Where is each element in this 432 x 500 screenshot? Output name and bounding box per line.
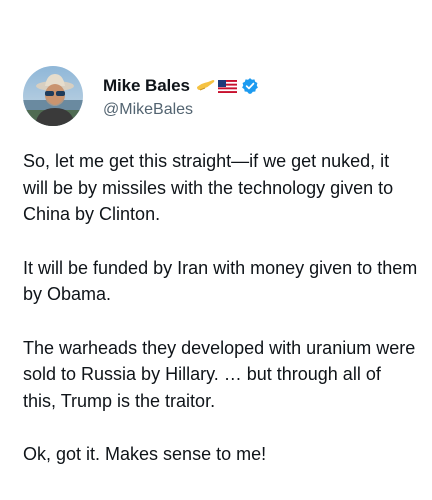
tweet-body: So, let me get this straight—if we get n… bbox=[23, 148, 418, 495]
tweet-paragraph: It will be funded by Iran with money giv… bbox=[23, 257, 418, 305]
tweet-header: Mike Bales @MikeBales bbox=[23, 66, 423, 128]
verified-badge-icon bbox=[241, 77, 259, 95]
avatar-photo bbox=[23, 66, 83, 126]
name-emojis bbox=[196, 78, 237, 94]
name-row: Mike Bales bbox=[103, 76, 259, 96]
saluting-hand-icon bbox=[196, 80, 215, 91]
us-flag-icon bbox=[217, 79, 237, 93]
author-handle[interactable]: @MikeBales bbox=[103, 101, 193, 119]
tweet-paragraph: Ok, got it. Makes sense to me! bbox=[23, 444, 267, 464]
display-name[interactable]: Mike Bales bbox=[103, 76, 190, 96]
avatar[interactable] bbox=[23, 66, 83, 126]
tweet-paragraph: So, let me get this straight—if we get n… bbox=[23, 151, 394, 224]
tweet-paragraph: The warheads they developed with uranium… bbox=[23, 337, 416, 411]
